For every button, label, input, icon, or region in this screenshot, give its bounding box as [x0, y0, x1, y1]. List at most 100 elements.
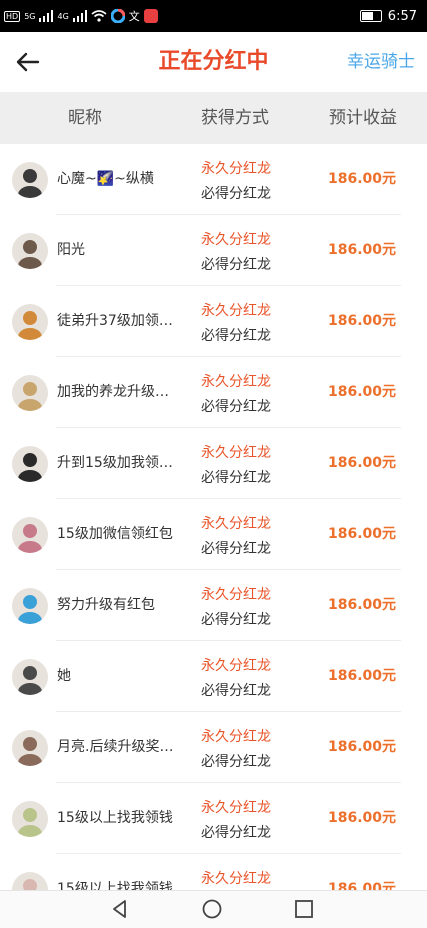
hd-label: HD — [4, 10, 21, 22]
expected-earnings: 186.00元 — [327, 242, 396, 258]
nickname: 月亮.后续升级奖… — [57, 739, 174, 755]
avatar-image — [12, 730, 48, 766]
method-guaranteed: 必得分红龙 — [201, 683, 271, 699]
avatar-image — [12, 801, 48, 837]
avatar — [12, 304, 48, 340]
nav-back-button[interactable] — [108, 897, 132, 921]
list-item[interactable]: 加我的养龙升级… 永久分红龙必得分红龙 186.00元 — [0, 357, 427, 428]
translate-icon: 文 — [128, 10, 140, 23]
avatar-image — [12, 233, 48, 269]
avatar-image — [12, 304, 48, 340]
method-permanent: 永久分红龙 — [201, 800, 271, 816]
method-guaranteed: 必得分红龙 — [201, 612, 271, 628]
nickname: 升到15级加我领… — [57, 455, 173, 471]
list-item[interactable]: 她 永久分红龙必得分红龙 186.00元 — [0, 641, 427, 712]
avatar — [12, 659, 48, 695]
list-item[interactable]: 15级以上找我领钱 永久分红龙必得分红龙 186.00元 — [0, 783, 427, 854]
nav-home-button[interactable] — [200, 897, 224, 921]
expected-earnings: 186.00元 — [327, 668, 396, 684]
status-bar: HD 5G 4G 文 6:57 — [0, 0, 427, 32]
avatar — [12, 588, 48, 624]
nickname: 15级以上找我领钱 — [57, 881, 173, 890]
expected-earnings: 186.00元 — [327, 455, 396, 471]
method-guaranteed: 必得分红龙 — [201, 328, 271, 344]
nickname: 加我的养龙升级… — [57, 384, 169, 400]
signal-icon — [39, 10, 54, 22]
avatar-image — [12, 517, 48, 553]
triangle-back-icon — [113, 900, 126, 918]
method-permanent: 永久分红龙 — [201, 587, 271, 603]
method-guaranteed: 必得分红龙 — [201, 470, 271, 486]
nickname: 心魔~🌠~纵横 — [57, 171, 154, 187]
expected-earnings: 186.00元 — [327, 384, 396, 400]
lucky-knight-link[interactable]: 幸运骑士 — [347, 32, 415, 92]
method-guaranteed: 必得分红龙 — [201, 825, 271, 841]
battery-icon — [359, 10, 382, 22]
circle-home-icon — [202, 899, 222, 919]
col-nickname: 昵称 — [68, 108, 102, 128]
expected-earnings: 186.00元 — [327, 171, 396, 187]
app-red-icon — [143, 9, 158, 23]
nickname: 她 — [57, 668, 71, 684]
method-permanent: 永久分红龙 — [201, 658, 271, 674]
status-left-icons: HD 5G 4G 文 — [4, 3, 158, 29]
battery-fill — [361, 12, 373, 20]
method-permanent: 永久分红龙 — [201, 871, 271, 887]
method-permanent: 永久分红龙 — [201, 303, 271, 319]
nav-recents-button[interactable] — [292, 897, 316, 921]
app-colorful-icon — [110, 9, 125, 23]
avatar-image — [12, 375, 48, 411]
expected-earnings: 186.00元 — [327, 597, 396, 613]
arrow-left-icon — [16, 52, 40, 72]
method-permanent: 永久分红龙 — [201, 445, 271, 461]
avatar-image — [12, 588, 48, 624]
dividend-list[interactable]: 心魔~🌠~纵横 永久分红龙 必得分红龙 186.00元 阳光 永久分红龙 必得分红龙 186.… — [0, 144, 427, 890]
method-permanent: 永久分红龙 — [201, 161, 271, 177]
list-item[interactable]: 努力升级有红包 永久分红龙必得分红龙 186.00元 — [0, 570, 427, 641]
list-item[interactable]: 15级以上找我领钱永久分红龙必得分红龙186.00元 — [0, 854, 427, 890]
expected-earnings: 186.00元 — [327, 810, 396, 826]
status-right: 6:57 — [359, 0, 417, 32]
nickname: 努力升级有红包 — [57, 597, 155, 613]
nickname: 阳光 — [57, 242, 85, 258]
square-recents-icon — [295, 900, 313, 918]
list-item[interactable]: 心魔~🌠~纵横 永久分红龙必得分红龙 186.00元 — [0, 144, 427, 215]
list-item[interactable]: 阳光 永久分红龙必得分红龙 186.00元 — [0, 215, 427, 286]
col-method: 获得方式 — [201, 108, 269, 128]
list-item[interactable]: 徒弟升37级加领… 永久分红龙 必得分红龙 186.00元 — [0, 286, 427, 357]
wifi-icon — [91, 10, 107, 22]
method-guaranteed: 必得分红龙 — [201, 541, 271, 557]
expected-earnings: 186.00元 — [327, 313, 396, 329]
signal-icon-2 — [72, 10, 87, 22]
expected-earnings: 186.00元 — [327, 739, 396, 755]
list-item[interactable]: 月亮.后续升级奖… 永久分红龙必得分红龙 186.00元 — [0, 712, 427, 783]
method-guaranteed: 必得分红龙 — [201, 186, 271, 202]
method-guaranteed: 必得分红龙 — [201, 399, 271, 415]
method-permanent: 永久分红龙 — [201, 516, 271, 532]
status-time: 6:57 — [387, 8, 417, 24]
avatar — [12, 730, 48, 766]
nickname: 15级以上找我领钱 — [57, 810, 173, 826]
system-nav-bar — [0, 890, 427, 928]
back-button[interactable] — [12, 46, 44, 78]
expected-earnings: 186.00元 — [327, 881, 396, 890]
list-item[interactable]: 升到15级加我领… 永久分红龙必得分红龙 186.00元 — [0, 428, 427, 499]
nickname: 15级加微信领红包 — [57, 526, 173, 542]
avatar-image — [12, 446, 48, 482]
avatar — [12, 446, 48, 482]
avatar — [12, 375, 48, 411]
avatar — [12, 162, 48, 198]
method-guaranteed: 必得分红龙 — [201, 754, 271, 770]
avatar-image — [12, 659, 48, 695]
avatar — [12, 233, 48, 269]
list-item[interactable]: 15级加微信领红包 永久分红龙必得分红龙 186.00元 — [0, 499, 427, 570]
method-permanent: 永久分红龙 — [201, 374, 271, 390]
app-header: 正在分红中 幸运骑士 — [0, 32, 427, 92]
avatar — [12, 517, 48, 553]
method-permanent: 永久分红龙 — [201, 232, 271, 248]
expected-earnings: 186.00元 — [327, 526, 396, 542]
method-permanent: 永久分红龙 — [201, 729, 271, 745]
method-guaranteed: 必得分红龙 — [201, 257, 271, 273]
avatar-image — [12, 162, 48, 198]
avatar — [12, 801, 48, 837]
